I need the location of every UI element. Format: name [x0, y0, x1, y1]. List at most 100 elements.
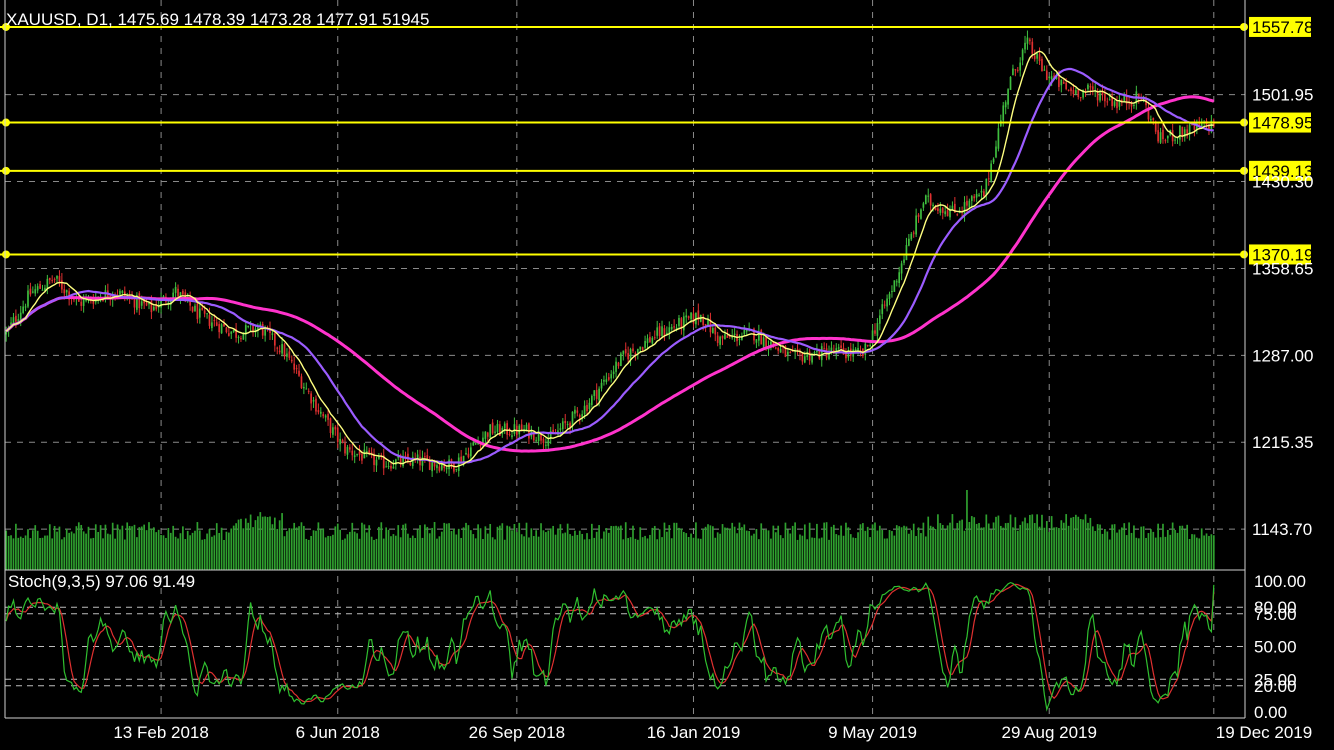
- volume-bar: [680, 528, 683, 570]
- volume-bar: [288, 528, 291, 570]
- candle-body: [295, 368, 298, 370]
- candle-body: [319, 411, 322, 414]
- volume-bar: [624, 522, 627, 570]
- candle-body: [622, 350, 625, 355]
- volume-bar: [1171, 522, 1174, 570]
- volume-bar: [184, 539, 187, 570]
- volume-bar: [1067, 525, 1070, 570]
- volume-bar: [678, 527, 680, 570]
- volume-bar: [460, 537, 463, 570]
- volume-bar: [82, 531, 85, 570]
- candle-body: [208, 314, 211, 326]
- candle-body: [939, 208, 942, 213]
- candle-body: [1041, 58, 1043, 72]
- volume-bar: [513, 523, 516, 570]
- volume-bar: [94, 524, 97, 570]
- candle-body: [620, 353, 622, 367]
- volume-bar: [68, 532, 70, 570]
- volume-bar: [503, 539, 506, 570]
- volume-bar: [685, 533, 688, 570]
- volume-bar: [586, 533, 588, 570]
- volume-bar: [501, 523, 504, 570]
- volume-bar: [1123, 523, 1126, 570]
- volume-bar: [508, 526, 511, 570]
- volume-bar: [390, 536, 392, 570]
- candle-body: [581, 414, 584, 417]
- volume-bar: [136, 537, 138, 570]
- volume-bar: [215, 523, 218, 570]
- volume-bar: [104, 524, 107, 570]
- volume-bar: [1157, 523, 1159, 570]
- volume-bar: [489, 523, 492, 570]
- volume-bar: [438, 536, 441, 570]
- candle-body: [361, 454, 363, 461]
- candle-body: [1159, 132, 1162, 143]
- candle-body: [453, 462, 455, 472]
- candle-body: [958, 212, 961, 214]
- candle-body: [951, 205, 954, 210]
- volume-bar: [160, 534, 162, 570]
- volume-bar: [51, 538, 54, 570]
- volume-bar: [421, 537, 424, 570]
- price-chart[interactable]: 1557.781478.951439.131370.19 100.0080.00…: [0, 0, 1334, 750]
- candle-body: [1174, 139, 1176, 141]
- volume-bar: [12, 538, 15, 570]
- volume-bar: [607, 532, 610, 570]
- candle-body: [392, 466, 395, 469]
- volume-bar: [380, 522, 383, 570]
- stoch-tick-label: 50.00: [1254, 638, 1297, 657]
- y-tick-label: 1358.65: [1252, 259, 1313, 278]
- volume-bar: [990, 529, 992, 570]
- volume-bar: [891, 531, 893, 570]
- candle-body: [237, 336, 240, 338]
- level-label: 1557.78: [1252, 18, 1313, 37]
- volume-bar: [816, 523, 818, 570]
- volume-bar: [666, 531, 668, 570]
- volume-bar: [145, 530, 148, 570]
- volume-bar: [854, 538, 857, 570]
- volume-bar: [220, 527, 223, 570]
- volume-bar: [249, 514, 252, 570]
- x-tick-label: 19 Dec 2019: [1216, 723, 1312, 742]
- volume-bar: [770, 538, 772, 570]
- candle-body: [968, 200, 971, 208]
- volume-bar: [1147, 533, 1150, 570]
- volume-bar: [196, 522, 199, 570]
- candle-body: [644, 341, 646, 348]
- volume-bar: [1004, 523, 1007, 570]
- volume-bar: [791, 525, 794, 570]
- candle-body: [542, 438, 545, 444]
- volume-bar: [997, 515, 1000, 570]
- candle-body: [997, 128, 1000, 149]
- candle-body: [712, 328, 714, 334]
- volume-bar: [523, 536, 525, 570]
- volume-bar: [121, 525, 124, 570]
- volume-bar: [888, 530, 891, 570]
- volume-bar: [547, 530, 550, 570]
- volume-bar: [917, 527, 920, 570]
- volume-bar: [702, 528, 705, 570]
- volume-bar: [1060, 520, 1063, 570]
- volume-bar: [1154, 537, 1157, 570]
- volume-bar: [687, 537, 690, 570]
- candle-body: [223, 323, 225, 327]
- candle-body: [283, 344, 286, 357]
- candle-body: [629, 349, 632, 360]
- candle-body: [813, 352, 816, 354]
- candle-body: [341, 439, 344, 443]
- candle-body: [1045, 70, 1048, 80]
- volume-bar: [174, 536, 177, 570]
- level-handle-left: [2, 166, 10, 175]
- volume-bar: [569, 534, 571, 570]
- candle-body: [639, 346, 642, 350]
- candle-body: [973, 196, 976, 199]
- volume-bar: [922, 522, 925, 570]
- volume-bar: [963, 530, 966, 570]
- candle-body: [1116, 102, 1118, 109]
- candle-body: [888, 293, 891, 299]
- volume-bar: [1007, 522, 1009, 570]
- volume-bar: [148, 522, 150, 570]
- candle-body: [445, 467, 448, 470]
- volume-bar: [486, 533, 489, 570]
- volume-bar: [1205, 533, 1208, 570]
